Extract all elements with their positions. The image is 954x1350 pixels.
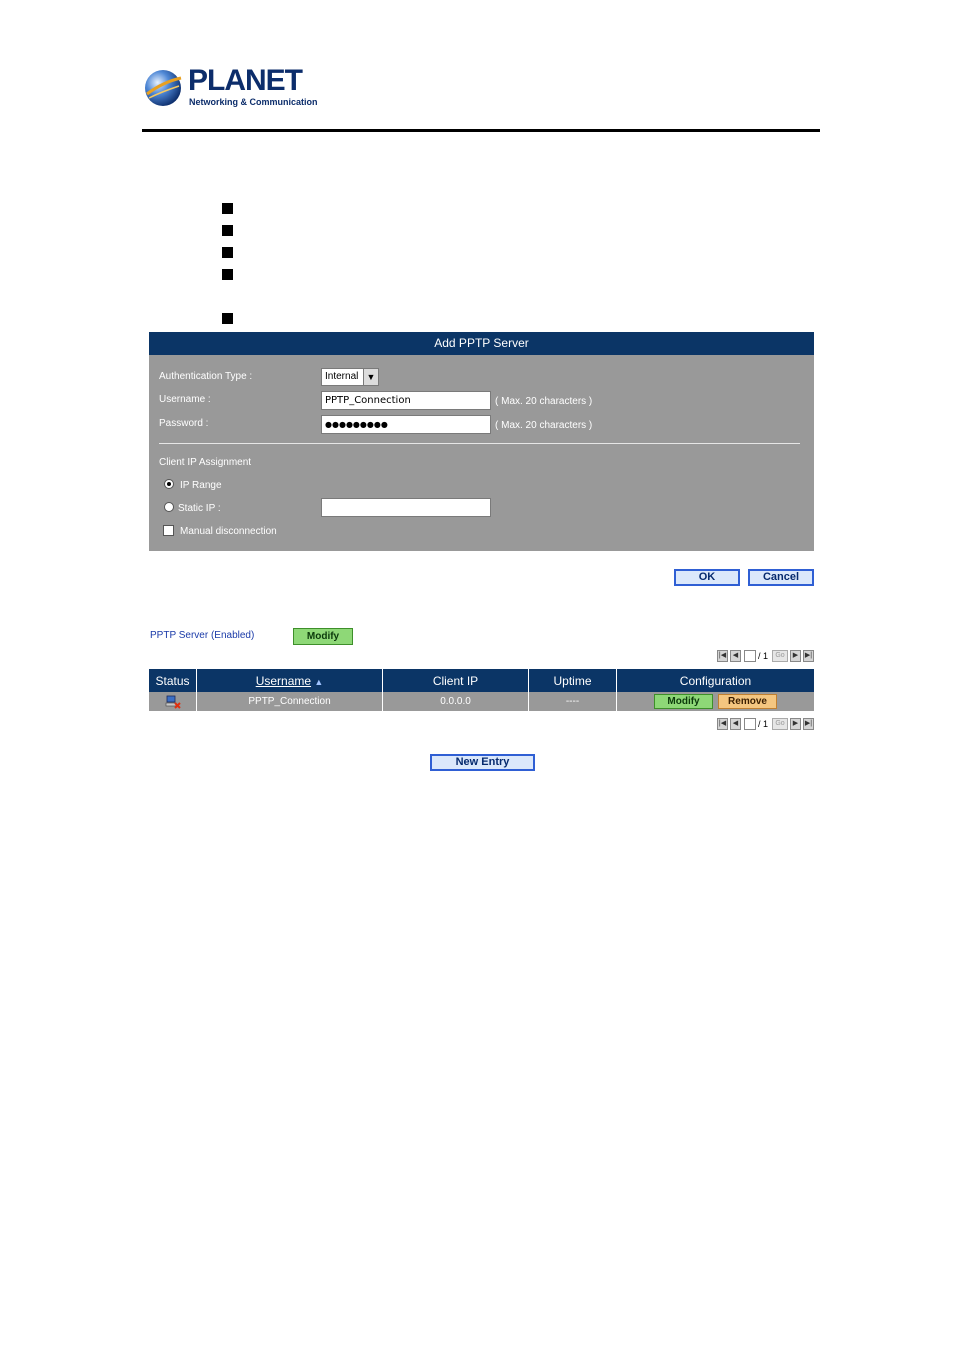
disconnected-computer-icon — [165, 695, 181, 709]
page-total: / 1 — [758, 651, 769, 661]
pptp-server-status: PPTP Server (Enabled) — [150, 630, 255, 641]
auth-type-label: Authentication Type : — [159, 371, 253, 382]
auth-type-value: Internal — [325, 371, 359, 382]
prev-page-icon[interactable]: ◀ — [730, 718, 741, 730]
next-page-icon[interactable]: ▶ — [790, 650, 801, 662]
uptime-cell: ---- — [528, 692, 617, 711]
page-total: / 1 — [758, 719, 769, 729]
password-hint: ( Max. 20 characters ) — [495, 420, 593, 431]
username-cell: PPTP_Connection — [196, 692, 383, 711]
row-remove-button[interactable]: Remove — [718, 694, 777, 709]
first-page-icon[interactable]: |◀ — [717, 650, 728, 662]
column-client-ip: Client IP — [382, 669, 529, 692]
form-divider — [159, 443, 800, 444]
header-divider — [142, 129, 820, 132]
sort-ascending-icon: ▲ — [314, 676, 324, 687]
prev-page-icon[interactable]: ◀ — [730, 650, 741, 662]
bullet-marker — [222, 203, 233, 214]
manual-disconnection-label: Manual disconnection — [180, 526, 277, 537]
row-modify-button[interactable]: Modify — [654, 694, 713, 709]
last-page-icon[interactable]: ▶| — [803, 650, 814, 662]
bullet-marker — [222, 225, 233, 236]
password-label: Password : — [159, 418, 209, 429]
cancel-button[interactable]: Cancel — [748, 569, 814, 586]
bullet-marker — [222, 247, 233, 258]
first-page-icon[interactable]: |◀ — [717, 718, 728, 730]
auth-type-select[interactable]: Internal ▼ — [321, 368, 379, 386]
add-pptp-server-panel — [149, 355, 814, 551]
status-cell — [149, 692, 197, 711]
go-button[interactable]: Go — [772, 650, 788, 662]
configuration-cell: Modify Remove — [616, 692, 814, 711]
pager-bottom: |◀ ◀ / 1 Go ▶ ▶| — [717, 718, 814, 731]
column-uptime: Uptime — [528, 669, 617, 692]
logo-wordmark: PLANET — [188, 64, 303, 97]
page-number-input[interactable] — [744, 650, 756, 662]
column-status: Status — [149, 669, 197, 692]
static-ip-input[interactable] — [321, 498, 491, 517]
username-sort-link[interactable]: Username — [256, 674, 311, 688]
static-ip-radio[interactable] — [164, 502, 174, 512]
page-number-input[interactable] — [744, 718, 756, 730]
go-button[interactable]: Go — [772, 718, 788, 730]
username-label: Username : — [159, 394, 211, 405]
manual-disconnection-checkbox[interactable] — [163, 525, 174, 536]
last-page-icon[interactable]: ▶| — [803, 718, 814, 730]
pptp-connections-table: Status Username ▲ Client IP Uptime Confi… — [149, 669, 814, 711]
bullet-marker — [222, 269, 233, 280]
username-input[interactable]: PPTP_Connection — [321, 391, 491, 410]
new-entry-button[interactable]: New Entry — [430, 754, 535, 771]
column-configuration: Configuration — [616, 669, 814, 692]
planet-globe-logo — [145, 70, 182, 106]
table-row: PPTP_Connection 0.0.0.0 ---- Modify Remov… — [149, 692, 814, 711]
column-username[interactable]: Username ▲ — [196, 669, 383, 692]
client-ip-cell: 0.0.0.0 — [382, 692, 529, 711]
password-input[interactable]: ●●●●●●●●● — [321, 415, 491, 434]
client-ip-assignment-label: Client IP Assignment — [159, 457, 252, 468]
bullet-marker — [222, 313, 233, 324]
next-page-icon[interactable]: ▶ — [790, 718, 801, 730]
ip-range-radio[interactable] — [164, 479, 174, 489]
server-modify-button[interactable]: Modify — [293, 628, 353, 645]
pager-top: |◀ ◀ / 1 Go ▶ ▶| — [717, 650, 814, 663]
ok-button[interactable]: OK — [674, 569, 740, 586]
logo-tagline: Networking & Communication — [189, 97, 318, 107]
chevron-down-icon: ▼ — [363, 369, 378, 385]
ip-range-label: IP Range — [180, 480, 222, 491]
username-hint: ( Max. 20 characters ) — [495, 396, 593, 407]
add-pptp-server-title: Add PPTP Server — [149, 332, 814, 355]
static-ip-label: Static IP : — [178, 503, 221, 514]
